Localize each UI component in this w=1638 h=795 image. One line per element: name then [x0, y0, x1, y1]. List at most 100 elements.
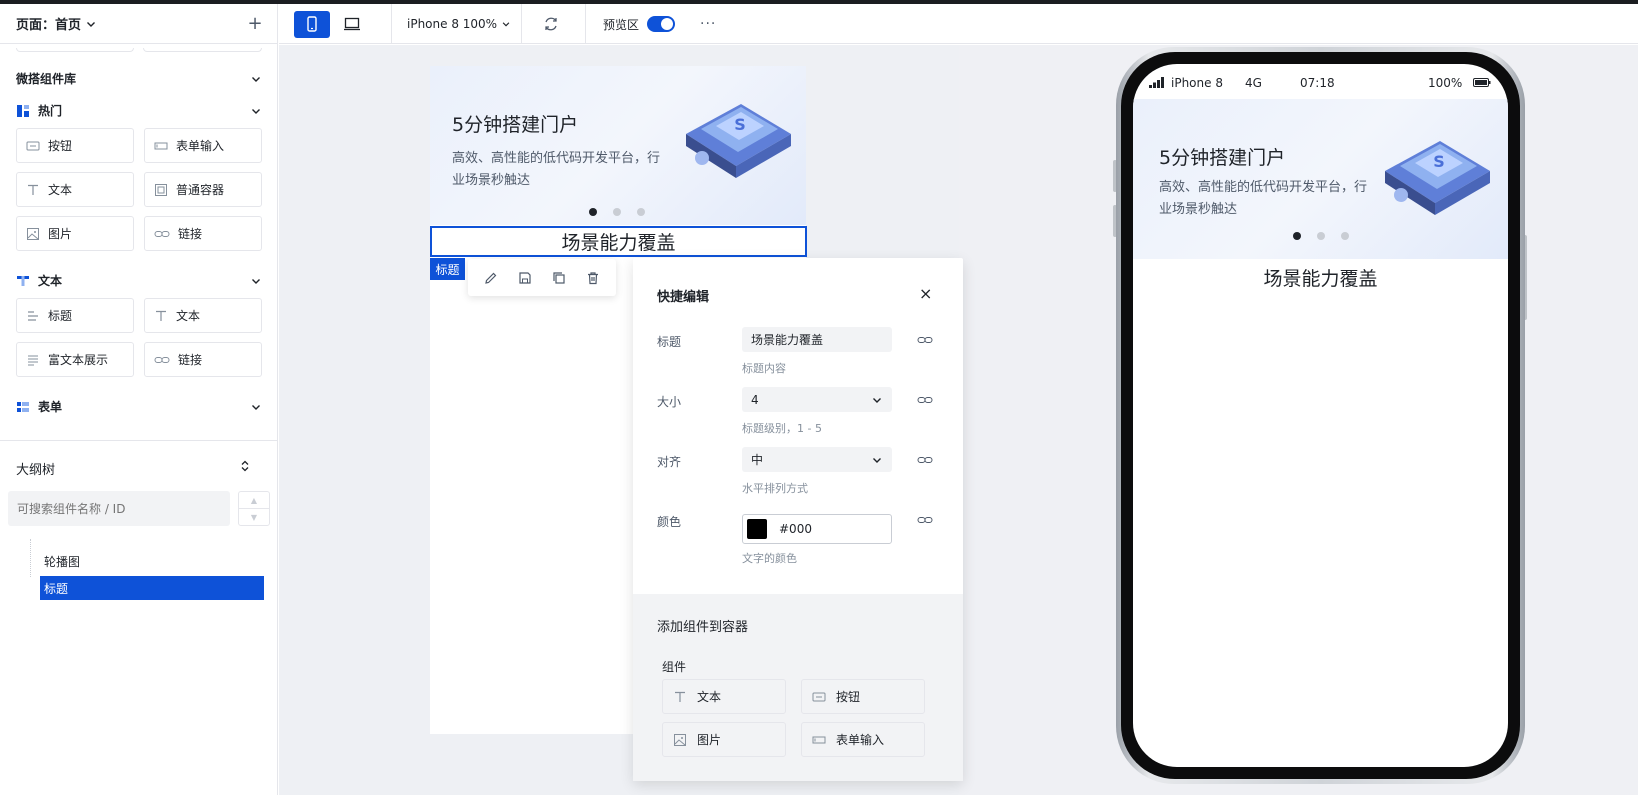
bind-link-icon[interactable]: [917, 334, 933, 346]
color-swatch[interactable]: [747, 519, 767, 539]
scrolled-component-edge: [16, 48, 264, 52]
field-hint: 水平排列方式: [742, 482, 808, 495]
component-container[interactable]: 普通容器: [144, 172, 262, 207]
component-heading[interactable]: 标题: [16, 298, 134, 333]
tree-item-heading[interactable]: 标题: [40, 576, 264, 600]
chevron-down-icon: [252, 404, 260, 410]
field-label-align: 对齐: [657, 455, 682, 469]
svg-text:S: S: [734, 115, 746, 134]
link-icon: [154, 230, 170, 237]
carousel-dot[interactable]: [1293, 232, 1301, 240]
banner-title: 5分钟搭建门户: [452, 114, 579, 136]
edit-pencil-icon[interactable]: [484, 271, 498, 285]
tree-item-label: 轮播图: [44, 554, 81, 569]
component-link[interactable]: 链接: [144, 216, 262, 251]
phone-frame: iPhone 8 4G 07:18 100% 5分钟搭建门户 高效、高性能的低代…: [1116, 47, 1525, 784]
stepper-down-icon[interactable]: ▼: [239, 509, 269, 525]
align-select[interactable]: 中: [742, 447, 892, 472]
delete-trash-icon[interactable]: [586, 271, 600, 285]
title-input[interactable]: 场景能力覆盖: [742, 327, 892, 352]
preview-carousel-banner[interactable]: 5分钟搭建门户 高效、高性能的低代码开发平台，行业场景秒触达 S: [1133, 99, 1508, 259]
battery-label: 100%: [1428, 76, 1463, 90]
group-hot-label: 热门: [38, 104, 63, 118]
text-t-icon: [17, 275, 29, 286]
carousel-dot[interactable]: [637, 208, 645, 216]
phone-status-bar: iPhone 8 4G 07:18 100%: [1133, 64, 1508, 102]
group-form-title[interactable]: 表单: [16, 398, 262, 415]
component-label: 富文本展示: [48, 353, 109, 367]
page-select[interactable]: 页面：首页: [16, 14, 97, 33]
group-hot-title[interactable]: 热门: [16, 102, 262, 119]
add-button-component[interactable]: 按钮: [801, 679, 925, 714]
desktop-view-button[interactable]: [334, 11, 370, 38]
add-form-input-component[interactable]: 表单输入: [801, 722, 925, 757]
device-select[interactable]: iPhone 8 100%: [407, 4, 511, 44]
input-icon: [812, 736, 826, 743]
component-text[interactable]: 文本: [16, 172, 134, 207]
chevron-down-icon: [502, 22, 510, 27]
component-library-title[interactable]: 微搭组件库: [16, 70, 262, 87]
bind-link-icon[interactable]: [917, 394, 933, 406]
close-icon[interactable]: ×: [919, 284, 932, 303]
rich-text-icon: [28, 355, 38, 365]
text-t-icon: [675, 691, 685, 702]
more-button[interactable]: ···: [700, 4, 716, 44]
add-image-component[interactable]: 图片: [662, 722, 786, 757]
outline-search-input[interactable]: [8, 491, 230, 526]
add-component-subtitle: 组件: [662, 660, 687, 674]
component-image[interactable]: 图片: [16, 216, 134, 251]
component-label: 链接: [178, 353, 203, 367]
mobile-view-button[interactable]: [294, 10, 330, 38]
component-rich-text[interactable]: 富文本展示: [16, 342, 134, 377]
field-hint: 文字的颜色: [742, 552, 797, 565]
component-label: 按钮: [48, 139, 73, 153]
chip-illustration: S: [686, 104, 791, 178]
component-label: 表单输入: [176, 139, 225, 153]
size-select-value: 4: [751, 392, 759, 407]
refresh-icon: [545, 17, 557, 31]
color-input[interactable]: #000: [742, 514, 892, 544]
heading-icon: [28, 310, 38, 321]
outline-stepper[interactable]: ▲ ▼: [238, 491, 270, 526]
copy-icon[interactable]: [552, 271, 566, 285]
component-text[interactable]: 文本: [144, 298, 262, 333]
svg-text:S: S: [1433, 152, 1445, 171]
carousel-dot[interactable]: [1341, 232, 1349, 240]
carousel-dot[interactable]: [1317, 232, 1325, 240]
more-icon: ···: [700, 16, 717, 32]
button-icon: [812, 692, 826, 701]
preview-switch[interactable]: [647, 16, 676, 32]
chevron-down-icon: [252, 76, 260, 82]
outline-title: 大纲树: [16, 463, 56, 478]
preview-label: 预览区: [603, 17, 640, 32]
bind-link-icon[interactable]: [917, 454, 933, 466]
component-button[interactable]: 按钮: [16, 128, 134, 163]
save-icon[interactable]: [518, 271, 532, 285]
chip-illustration: S: [1385, 141, 1490, 215]
form-icon: [17, 401, 29, 412]
add-text-component[interactable]: 文本: [662, 679, 786, 714]
component-form-input[interactable]: 表单输入: [144, 128, 262, 163]
expand-collapse-icon[interactable]: [238, 459, 252, 473]
stepper-up-icon[interactable]: ▲: [239, 492, 269, 509]
banner-title: 5分钟搭建门户: [1159, 147, 1286, 169]
carousel-banner[interactable]: 5分钟搭建门户 高效、高性能的低代码开发平台，行业场景秒触达 S: [430, 66, 806, 225]
banner-subtitle: 高效、高性能的低代码开发平台，行业场景秒触达: [1159, 180, 1368, 217]
component-link[interactable]: 链接: [144, 342, 262, 377]
bind-link-icon[interactable]: [917, 514, 933, 526]
selected-heading[interactable]: 场景能力覆盖: [430, 226, 807, 257]
carousel-dot[interactable]: [589, 208, 597, 216]
laptop-icon: [344, 17, 360, 31]
preview-toggle[interactable]: 预览区: [603, 4, 676, 44]
field-label-title: 标题: [657, 335, 682, 349]
outline-tree-panel: 大纲树 ▲ ▼ 轮播图 标题: [0, 440, 277, 795]
carousel-dot[interactable]: [613, 208, 621, 216]
size-select[interactable]: 4: [742, 387, 892, 412]
title-input-value: 场景能力覆盖: [751, 333, 824, 347]
tree-item-carousel[interactable]: 轮播图: [40, 549, 80, 573]
add-page-button[interactable]: +: [245, 13, 265, 34]
component-label: 按钮: [836, 690, 861, 704]
preview-heading: 场景能力覆盖: [1263, 268, 1378, 290]
group-text-title[interactable]: 文本: [16, 272, 262, 289]
refresh-button[interactable]: [543, 4, 559, 44]
